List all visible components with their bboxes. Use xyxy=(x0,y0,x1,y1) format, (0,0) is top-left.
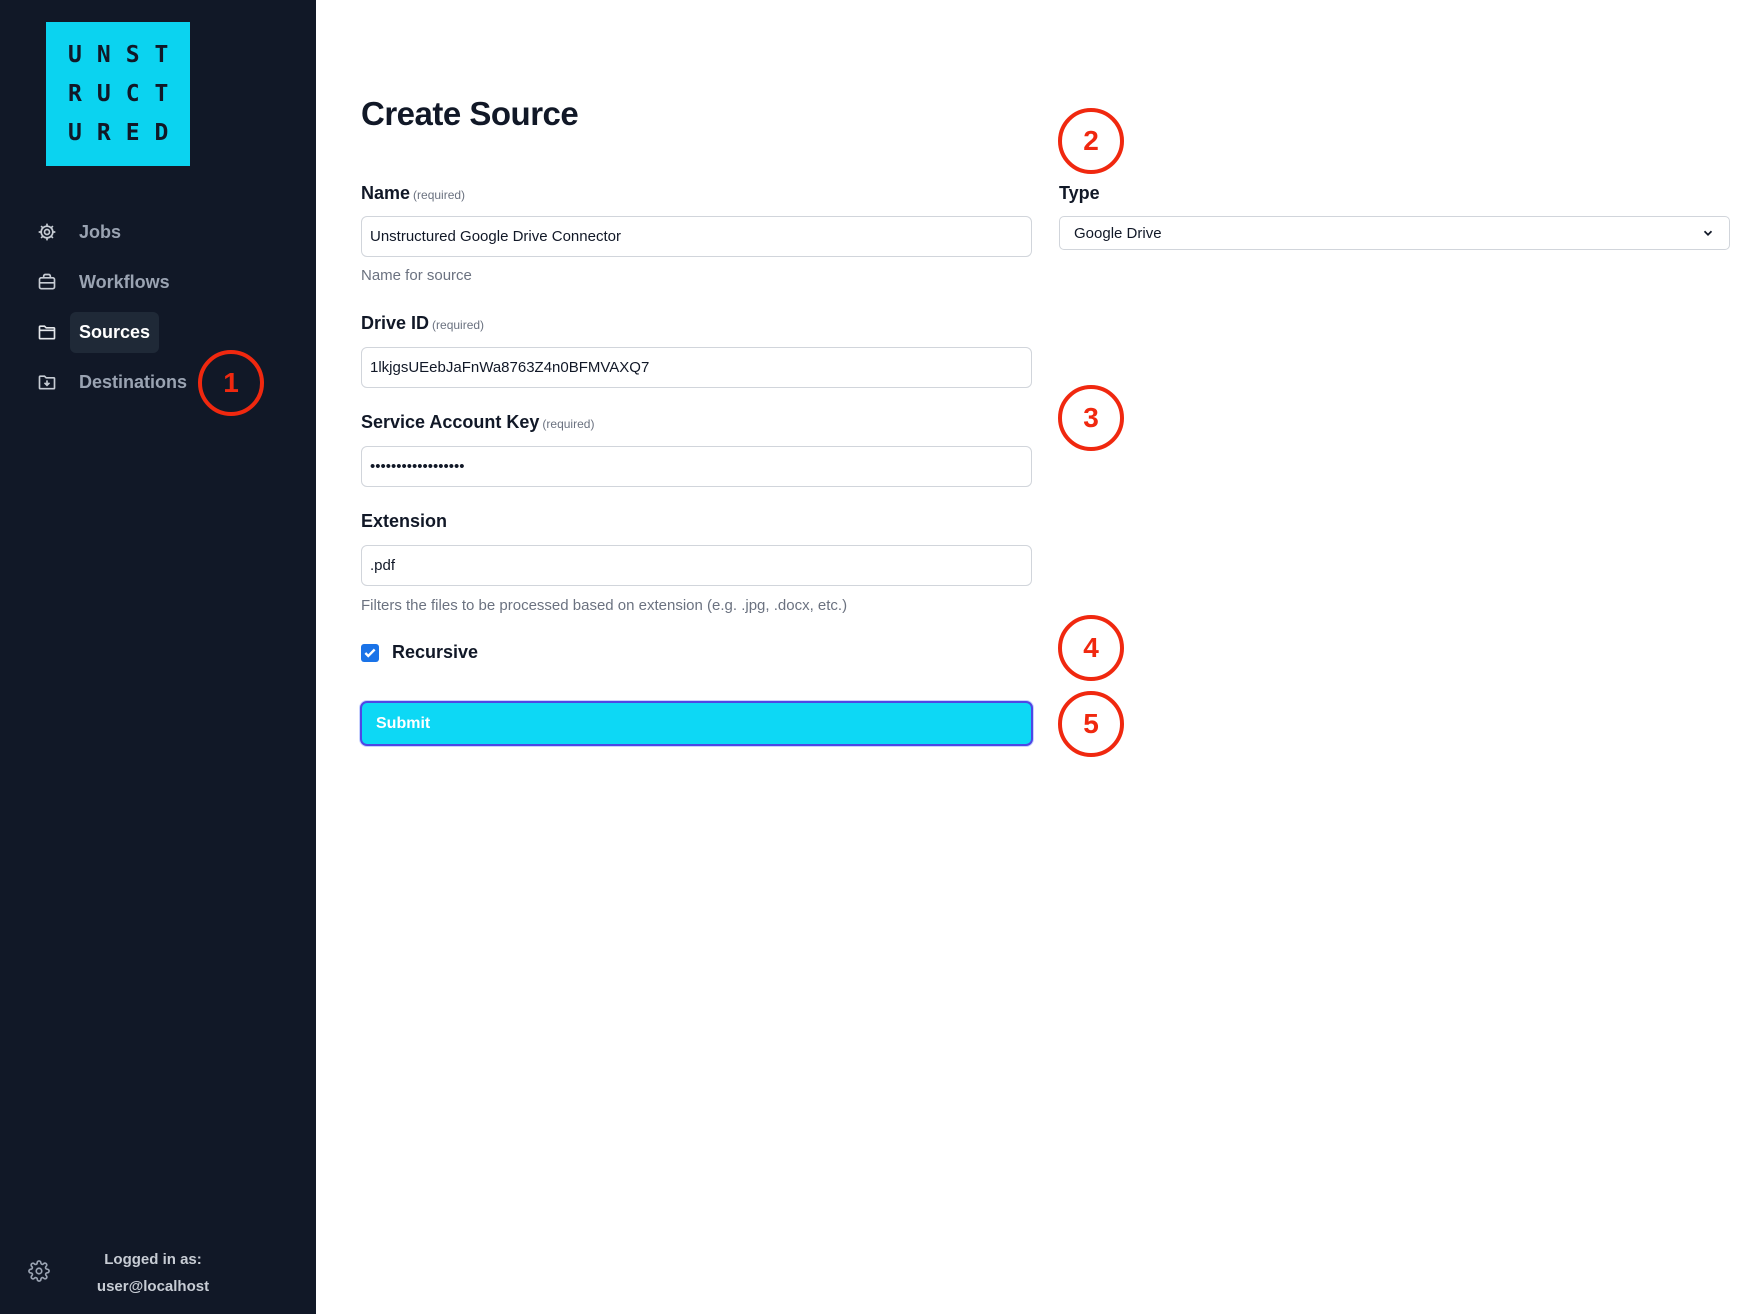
logged-in-user: user@localhost xyxy=(96,1278,210,1295)
app-root: UNST RUCT URED Jobs Workflows Sources De… xyxy=(0,0,1763,1314)
logo-line-3: URED xyxy=(68,119,184,146)
recursive-checkbox[interactable] xyxy=(361,643,379,662)
sidebar: UNST RUCT URED Jobs Workflows Sources De… xyxy=(0,0,316,1314)
submit-button[interactable]: Submit xyxy=(360,701,1033,746)
name-label-text: Name xyxy=(361,183,411,203)
page-title: Create Source xyxy=(361,95,579,132)
service-account-key-field-label: Service Account Key (required) xyxy=(361,412,594,433)
type-field-label: Type xyxy=(1059,183,1100,203)
sidebar-item-label: Sources xyxy=(70,311,160,353)
folder-icon xyxy=(36,321,58,343)
drive-id-field-label: Drive ID (required) xyxy=(361,313,484,334)
extension-help-text: Filters the files to be processed based … xyxy=(361,597,848,614)
recursive-option: Recursive xyxy=(361,642,478,663)
drive-id-label-text: Drive ID xyxy=(361,313,430,333)
chevron-down-icon xyxy=(1701,226,1715,240)
type-select-value: Google Drive xyxy=(1074,224,1162,242)
recursive-label: Recursive xyxy=(392,642,479,662)
sidebar-item-workflows[interactable]: Workflows xyxy=(32,260,179,304)
folder-download-icon xyxy=(36,371,58,393)
required-tag: (required) xyxy=(432,318,485,332)
logo-line-2: RUCT xyxy=(68,80,184,107)
annotation-marker-4: 4 xyxy=(1058,615,1124,681)
gear-icon xyxy=(36,221,58,243)
briefcase-icon xyxy=(36,271,58,293)
name-help-text: Name for source xyxy=(361,267,472,284)
extension-field[interactable] xyxy=(361,545,1032,586)
service-account-key-field[interactable] xyxy=(361,446,1032,487)
annotation-marker-3: 3 xyxy=(1058,385,1124,451)
sidebar-item-destinations[interactable]: Destinations xyxy=(32,360,196,404)
annotation-marker-5: 5 xyxy=(1058,691,1124,757)
settings-icon[interactable] xyxy=(28,1260,50,1282)
sidebar-item-label: Workflows xyxy=(79,271,170,292)
logo-line-1: UNST xyxy=(68,41,184,68)
sidebar-footer: Logged in as: user@localhost xyxy=(28,1244,288,1300)
main-content: Create Source Name(required) Name for so… xyxy=(316,0,1763,1314)
unstructured-logo[interactable]: UNST RUCT URED xyxy=(46,22,190,166)
required-tag: (required) xyxy=(542,417,595,431)
sidebar-item-label: Destinations xyxy=(79,371,188,392)
sidebar-item-sources[interactable]: Sources xyxy=(32,310,160,354)
checkmark-icon xyxy=(364,648,376,658)
logged-in-label: Logged in as: xyxy=(104,1251,202,1268)
drive-id-field[interactable] xyxy=(361,347,1032,388)
type-select[interactable]: Google Drive xyxy=(1059,216,1730,250)
annotation-marker-2: 2 xyxy=(1058,108,1124,174)
extension-field-label: Extension xyxy=(361,511,448,531)
required-tag: (required) xyxy=(413,188,466,202)
name-field-label: Name (required) xyxy=(361,183,465,204)
service-account-key-label-text: Service Account Key xyxy=(361,412,540,432)
sidebar-item-label: Jobs xyxy=(79,221,122,242)
sidebar-item-jobs[interactable]: Jobs xyxy=(32,210,130,254)
annotation-marker-1: 1 xyxy=(198,350,264,416)
logged-in-info: Logged in as: user@localhost xyxy=(78,1246,228,1300)
name-field[interactable] xyxy=(361,216,1032,257)
